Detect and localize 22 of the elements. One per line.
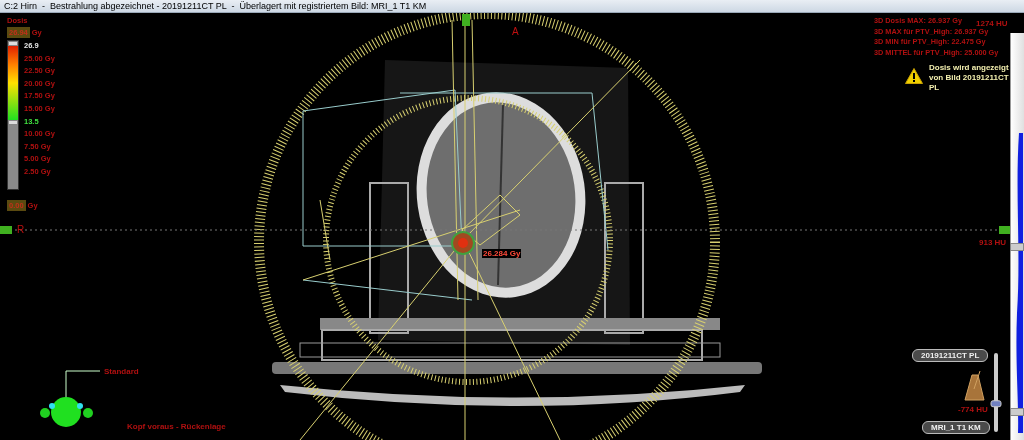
patient-position-label: Kopf voraus - Rückenlage xyxy=(127,422,226,431)
hu-histogram-icon xyxy=(1013,133,1023,433)
scroll-arrow-button[interactable] xyxy=(1010,408,1024,416)
image-blend-slider[interactable] xyxy=(990,353,1002,432)
crosshair-handle[interactable] xyxy=(462,14,470,26)
warning-message: Dosis wird angezeigt von Bild 20191211CT PL xyxy=(929,63,1010,93)
patient-orientation-drawing xyxy=(40,370,101,427)
window-title: C:2 Hirn - Bestrahlung abgezeichnet - 20191211CT PL - Überlagert mit registriertem Bild: MRI_1 T1 KM xyxy=(4,1,427,11)
image-select-button[interactable]: MRI_1 T1 KM xyxy=(922,421,990,434)
hu-reading: -774 HU xyxy=(958,405,988,414)
crosshair-handle[interactable] xyxy=(999,226,1011,234)
hu-reading: 913 HU xyxy=(979,238,1007,247)
orientation-label: Standard xyxy=(104,367,139,376)
crosshair-handle[interactable] xyxy=(0,226,12,234)
image-select-button[interactable]: 20191211CT PL xyxy=(912,349,989,362)
warning-icon xyxy=(905,68,923,84)
orientation-marker: A xyxy=(512,26,519,37)
orientation-marker: R xyxy=(17,224,25,235)
scroll-arrow-button[interactable] xyxy=(1010,243,1024,251)
hu-reading: 1274 HU xyxy=(976,19,1008,28)
point-dose-label: 26.284 Gy xyxy=(482,249,522,258)
metronome-icon xyxy=(964,370,985,401)
